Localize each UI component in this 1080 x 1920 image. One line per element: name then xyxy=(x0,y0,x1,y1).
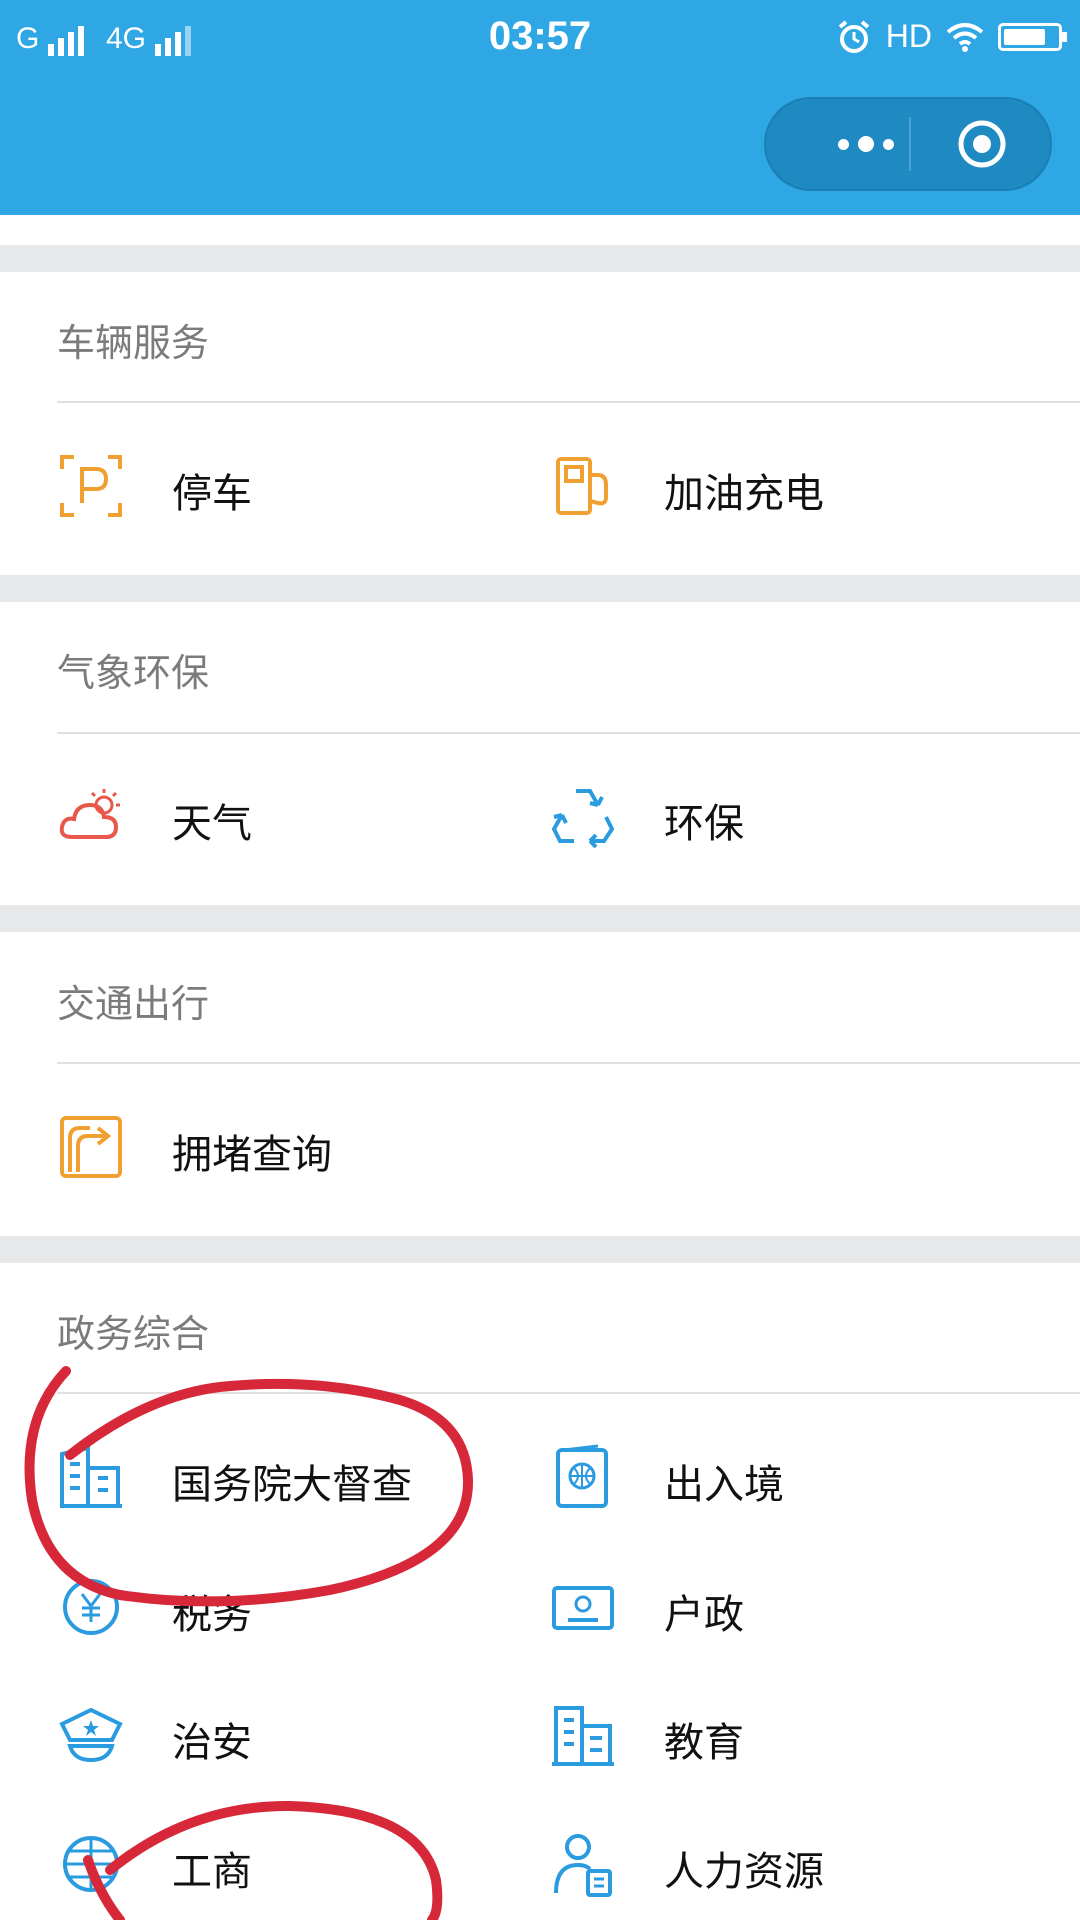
section-gap xyxy=(0,245,1080,272)
hd-label: HD xyxy=(885,18,932,54)
capsule-separator xyxy=(909,117,911,171)
item-label: 治安 xyxy=(172,1720,252,1766)
divider xyxy=(57,1392,1080,1394)
wifi-icon xyxy=(946,22,984,52)
item-label: 拥堵查询 xyxy=(172,1132,332,1178)
parking-icon xyxy=(60,455,122,517)
route-sign-icon xyxy=(60,1116,122,1178)
item-label: 教育 xyxy=(664,1720,744,1766)
divider xyxy=(57,401,1080,403)
person-badge-icon xyxy=(554,1834,612,1897)
item-label: 国务院大督查 xyxy=(172,1462,412,1508)
section-title-weather: 气象环保 xyxy=(57,651,210,695)
commerce-globe-icon xyxy=(63,1836,119,1892)
status-bar: G 4G 03:57 HD xyxy=(0,0,1080,80)
app-header: G 4G 03:57 HD xyxy=(0,0,1080,215)
item-label: 税务 xyxy=(172,1592,252,1638)
target-circle-icon[interactable] xyxy=(956,118,1008,170)
section-title-government: 政务综合 xyxy=(57,1312,210,1356)
mini-program-capsule xyxy=(764,97,1052,191)
item-label: 人力资源 xyxy=(664,1849,824,1895)
police-cap-icon xyxy=(59,1707,123,1763)
divider xyxy=(57,732,1080,734)
more-dots-icon[interactable] xyxy=(806,99,926,189)
item-label: 加油充电 xyxy=(664,471,824,517)
section-title-traffic: 交通出行 xyxy=(57,982,210,1026)
section-gap xyxy=(0,905,1080,932)
item-label: 出入境 xyxy=(664,1462,784,1508)
alarm-icon xyxy=(838,19,870,53)
item-label: 工商 xyxy=(172,1849,252,1895)
section-gap xyxy=(0,1236,1080,1263)
handwritten-annotation xyxy=(24,1366,474,1920)
weather-cloud-sun-icon xyxy=(59,789,120,839)
school-building-icon xyxy=(552,1706,614,1766)
passport-icon xyxy=(556,1444,608,1508)
section-gap xyxy=(0,575,1080,602)
recycle-icon xyxy=(551,789,615,849)
item-label: 环保 xyxy=(664,801,744,847)
tax-coin-icon xyxy=(63,1579,119,1635)
item-label: 停车 xyxy=(172,471,252,517)
item-label: 户政 xyxy=(664,1592,744,1638)
status-right-icons: HD xyxy=(836,18,1067,55)
government-building-icon xyxy=(60,1445,122,1508)
divider xyxy=(57,1062,1080,1064)
id-card-icon xyxy=(552,1586,614,1630)
item-label: 天气 xyxy=(172,801,252,847)
section-title-vehicle: 车辆服务 xyxy=(57,321,210,365)
battery-charging-icon xyxy=(998,22,1067,51)
fuel-pump-icon xyxy=(556,457,608,515)
